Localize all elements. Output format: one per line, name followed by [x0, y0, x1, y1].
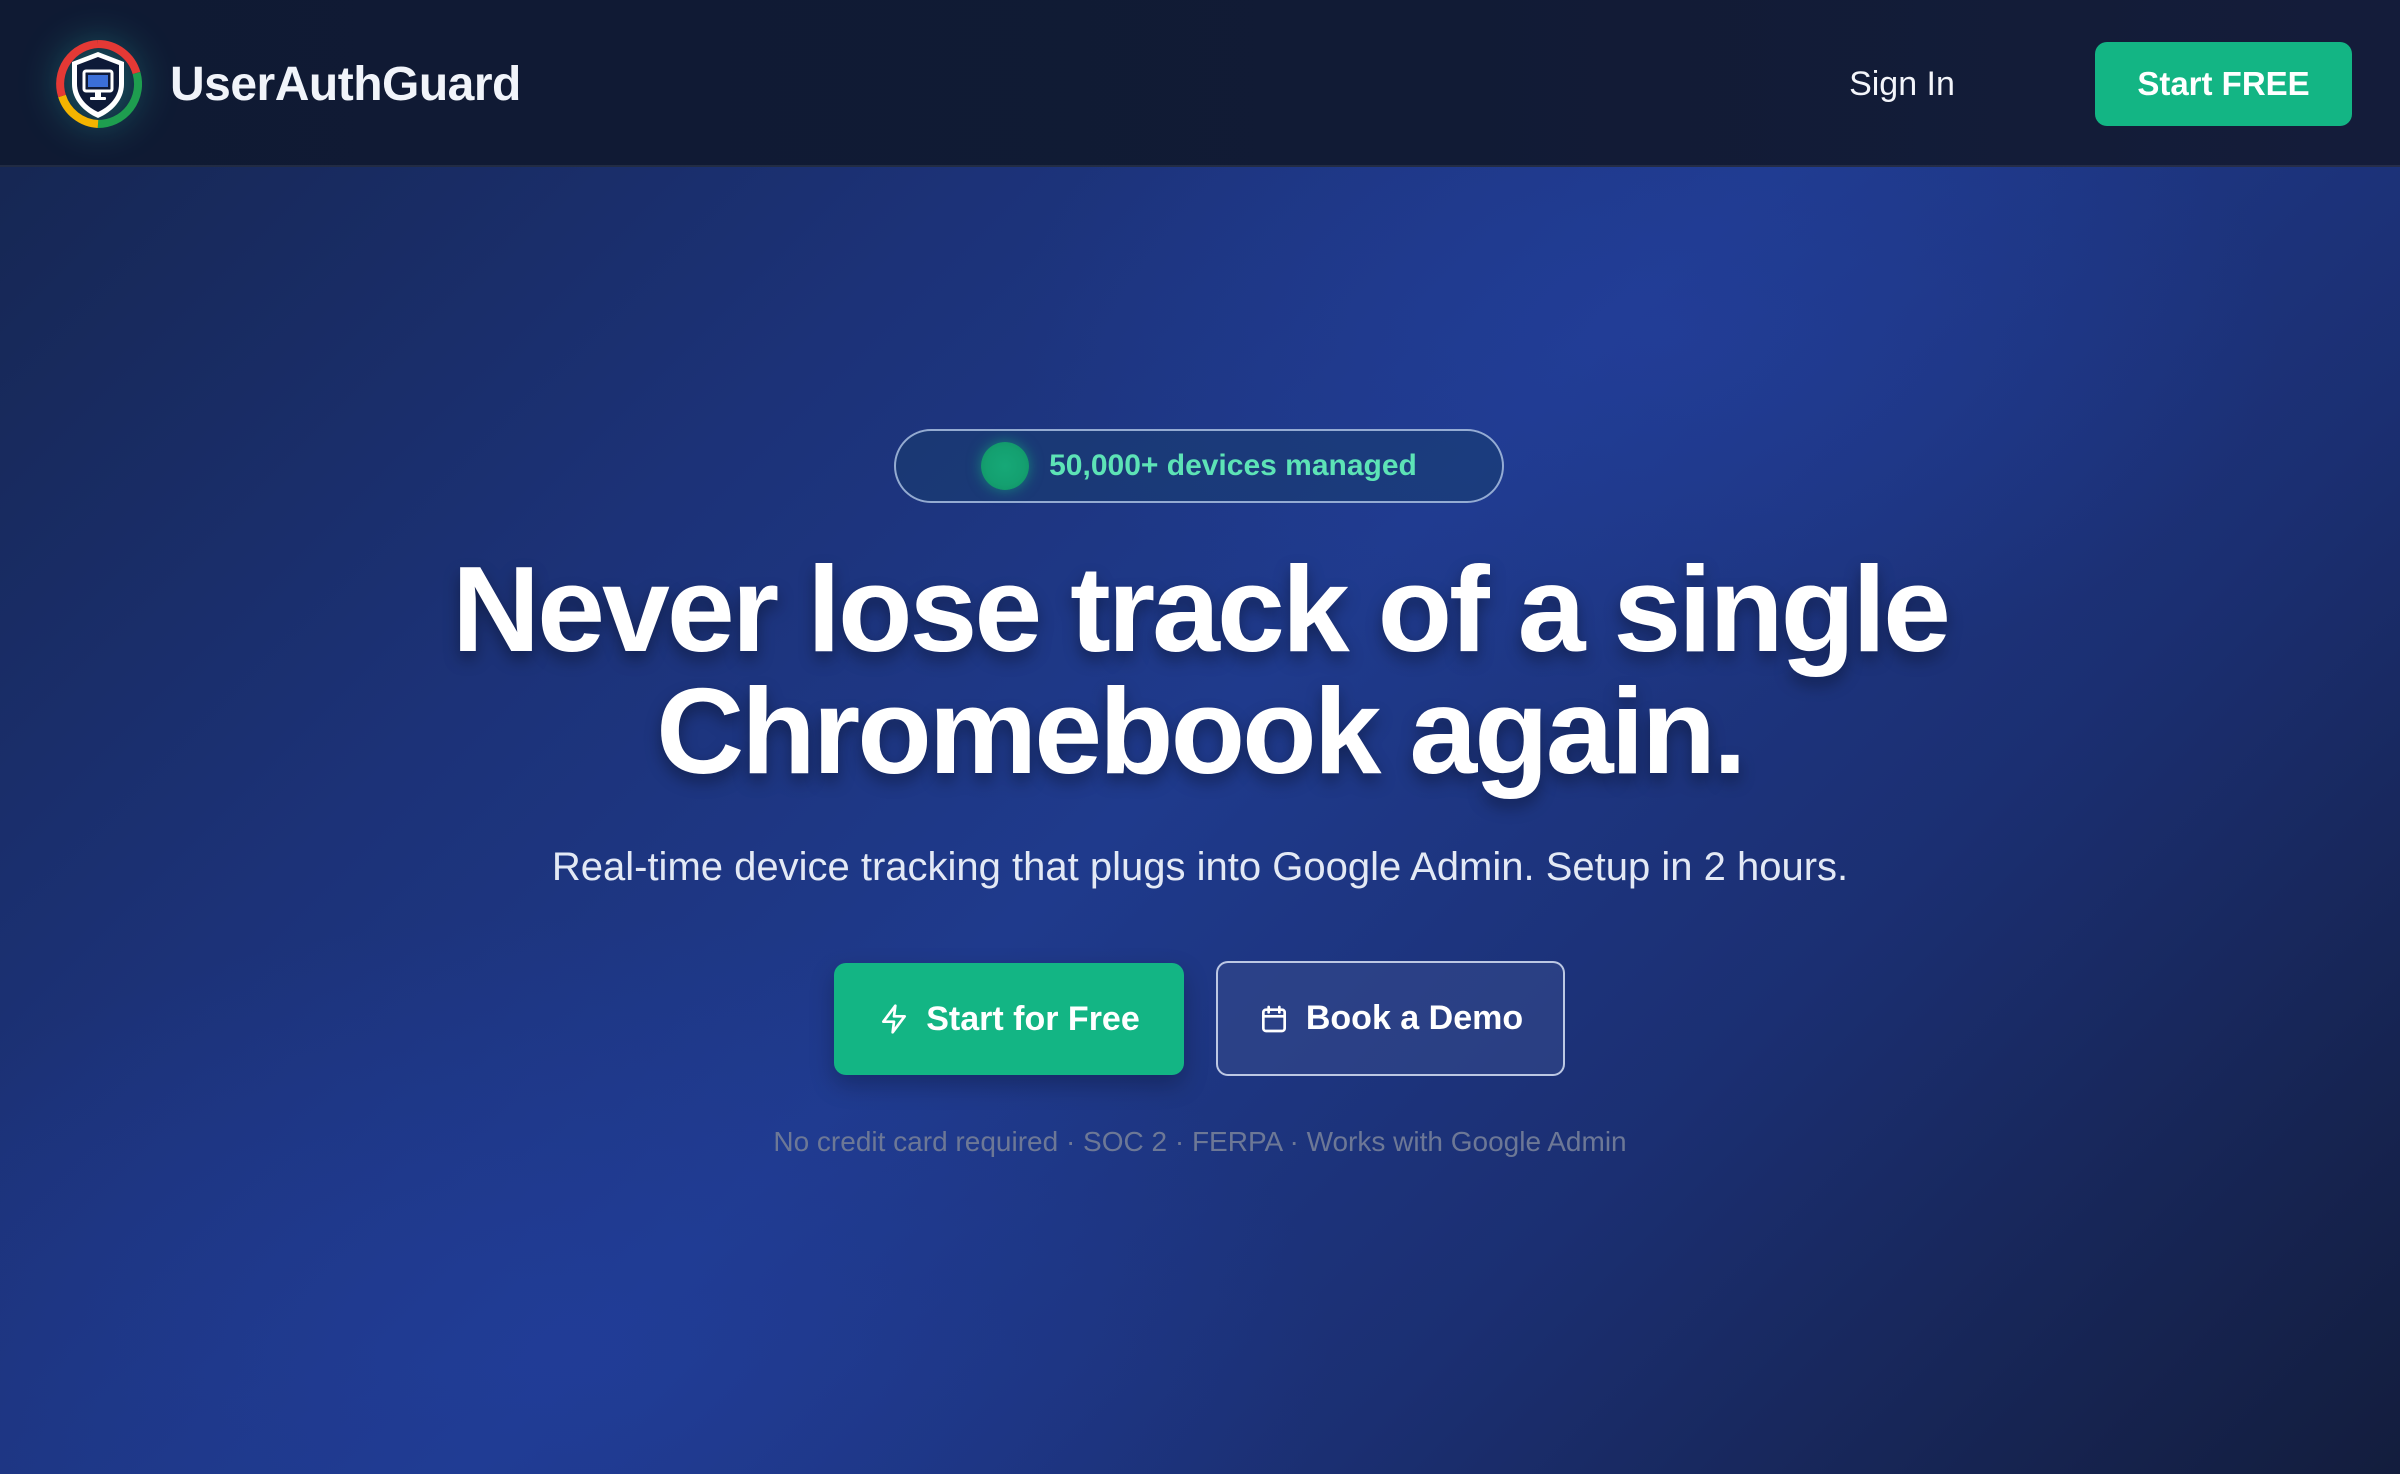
- top-nav-bar: UserAuthGuard Sign In Start FREE: [0, 0, 2400, 167]
- hero-subheadline: Real-time device tracking that plugs int…: [551, 845, 1849, 889]
- headline-line-1: Never lose track of a single: [452, 541, 1951, 677]
- start-free-button[interactable]: Start FREE: [2095, 42, 2352, 126]
- shield-monitor-icon: [54, 40, 142, 128]
- start-for-free-label: Start for Free: [926, 999, 1140, 1038]
- book-a-demo-button[interactable]: Book a Demo: [1216, 961, 1565, 1076]
- book-a-demo-label: Book a Demo: [1305, 999, 1524, 1037]
- devices-managed-badge: 50,000+ devices managed: [894, 429, 1504, 503]
- trust-line: No credit card required · SOC 2 · FERPA …: [773, 1126, 1627, 1157]
- lightning-bolt-icon: [878, 1003, 910, 1035]
- sign-in-link[interactable]: Sign In: [1820, 56, 1984, 112]
- brand-name: UserAuthGuard: [170, 57, 521, 111]
- badge-text: 50,000+ devices managed: [1049, 449, 1417, 482]
- headline-line-2: Chromebook again.: [656, 663, 1747, 799]
- start-for-free-button[interactable]: Start for Free: [834, 963, 1184, 1075]
- hero-headline: Never lose track of a single Chromebook …: [200, 548, 2200, 792]
- brand[interactable]: UserAuthGuard: [54, 40, 521, 128]
- calendar-icon: [1258, 1003, 1290, 1035]
- status-dot-icon: [981, 442, 1030, 490]
